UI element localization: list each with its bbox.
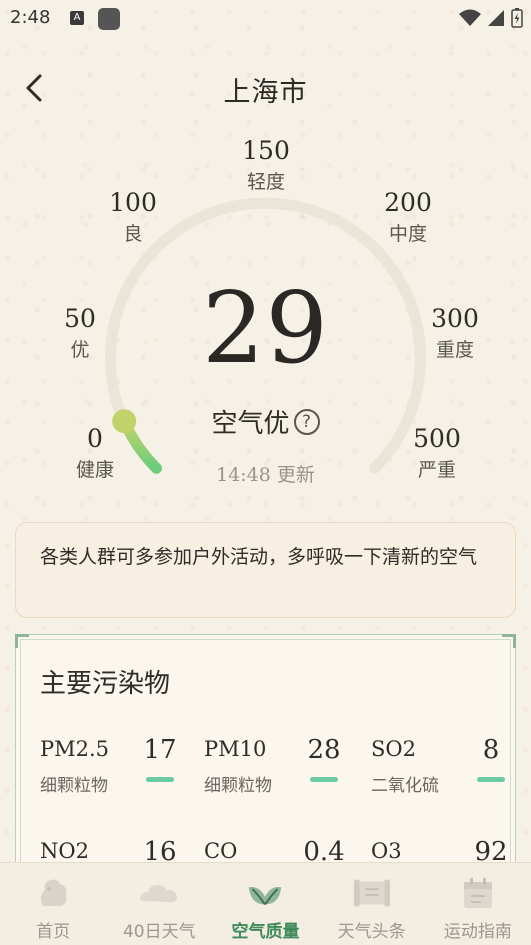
scale-label-150: 150 轻度 bbox=[242, 136, 290, 193]
home-icon bbox=[33, 875, 73, 911]
help-icon[interactable]: ? bbox=[293, 408, 320, 435]
pollutant-level-bar bbox=[146, 777, 174, 782]
scroll-icon bbox=[352, 875, 392, 911]
status-time: 2:48 bbox=[10, 7, 51, 28]
scale-label-100: 100 良 bbox=[109, 188, 157, 245]
notification-a-icon: A bbox=[70, 11, 84, 25]
aqi-level-text: 空气优 bbox=[211, 409, 290, 439]
card-corner-decoration bbox=[502, 634, 516, 648]
nav-item-sport-guide[interactable]: 运动指南 bbox=[425, 863, 531, 945]
pollutant-so2[interactable]: SO2 二氧化硫 8 bbox=[371, 735, 521, 807]
bottom-nav: 首页 40日天气 空气质量 天气头条 运动指南 bbox=[0, 862, 531, 945]
notification-app-icon bbox=[98, 8, 120, 30]
battery-icon bbox=[511, 8, 523, 28]
system-icons bbox=[459, 8, 523, 28]
cloud-icon bbox=[139, 875, 179, 911]
calendar-icon bbox=[458, 875, 498, 911]
health-advice-card: 各类人群可多参加户外活动，多呼吸一下清新的空气 bbox=[15, 522, 516, 618]
nav-item-40day[interactable]: 40日天气 bbox=[106, 863, 212, 945]
scale-label-200: 200 中度 bbox=[384, 188, 432, 245]
aqi-value: 29 bbox=[202, 272, 329, 386]
nav-item-air-quality[interactable]: 空气质量 bbox=[212, 863, 318, 945]
nav-item-headlines[interactable]: 天气头条 bbox=[319, 863, 425, 945]
update-time: 14:48 更新 bbox=[216, 464, 315, 486]
card-corner-decoration bbox=[15, 634, 29, 648]
nav-item-home[interactable]: 首页 bbox=[0, 863, 106, 945]
leaf-icon bbox=[245, 875, 285, 911]
status-bar: 2:48 A bbox=[0, 0, 531, 36]
pollutants-card: 主要污染物 PM2.5 细颗粒物 17 PM10 细颗粒物 28 SO2 二氧化… bbox=[15, 634, 516, 894]
signal-icon bbox=[488, 10, 504, 26]
pollutant-pm10[interactable]: PM10 细颗粒物 28 bbox=[204, 735, 354, 807]
pollutants-title: 主要污染物 bbox=[40, 669, 171, 699]
health-advice-text: 各类人群可多参加户外活动，多呼吸一下清新的空气 bbox=[40, 546, 478, 568]
aqi-level[interactable]: 空气优 ? bbox=[0, 403, 531, 440]
page-title: 上海市 bbox=[223, 77, 308, 108]
pollutant-level-bar bbox=[310, 777, 338, 782]
pollutant-pm25[interactable]: PM2.5 细颗粒物 17 bbox=[40, 735, 190, 807]
pollutant-level-bar bbox=[477, 777, 505, 782]
wifi-icon bbox=[459, 9, 481, 26]
